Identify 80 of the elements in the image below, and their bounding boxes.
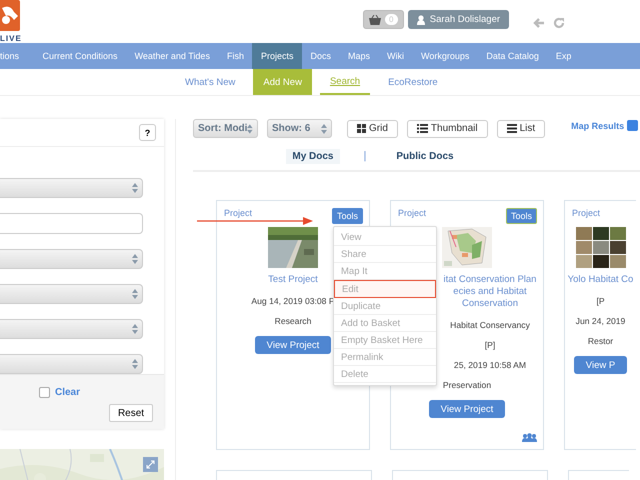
- add-new-button[interactable]: Add New: [253, 69, 312, 95]
- nav-tab[interactable]: tions: [0, 43, 34, 69]
- person-icon: [416, 14, 425, 24]
- menu-item[interactable]: Delete: [334, 366, 436, 383]
- checkbox[interactable]: [39, 387, 50, 398]
- refresh-icon[interactable]: [553, 17, 566, 29]
- select-field[interactable]: [0, 178, 143, 198]
- select-caret-icon: [247, 124, 253, 134]
- grid-view-button[interactable]: Grid: [347, 120, 398, 138]
- nav-tab[interactable]: Fish: [218, 43, 252, 69]
- menu-item[interactable]: Add to Basket: [334, 315, 436, 332]
- card-detail: Research: [274, 316, 312, 326]
- card-detail: Restor: [588, 336, 614, 346]
- card-detail: 25, 2019 10:58 AM: [452, 360, 526, 370]
- card-title[interactable]: Yolo Habitat Co: [568, 274, 634, 286]
- subnav-tab[interactable]: EcoRestore: [378, 69, 448, 95]
- sort-select[interactable]: Sort: Modi: [193, 119, 258, 138]
- menu-item[interactable]: Edit: [334, 280, 436, 298]
- separator: |: [364, 150, 366, 162]
- nav-tab[interactable]: Weather and Tides: [126, 43, 218, 69]
- select-caret-icon: [132, 324, 138, 334]
- menu-item[interactable]: View: [334, 229, 436, 246]
- tools-button[interactable]: Tools: [332, 208, 363, 224]
- map-results-label: Map Results: [571, 120, 624, 130]
- checkbox[interactable]: [627, 120, 638, 131]
- card-detail: Habitat Conservancy: [449, 320, 530, 330]
- nav-tab[interactable]: Projects: [252, 43, 302, 69]
- logo-text: LIVE: [0, 34, 22, 43]
- expand-button[interactable]: [143, 457, 158, 472]
- card-detail: Preservation: [442, 380, 492, 390]
- logo-icon[interactable]: [0, 0, 20, 33]
- input-field[interactable]: [0, 213, 143, 234]
- nav-tab[interactable]: Wiki: [378, 43, 413, 69]
- view-project-button[interactable]: View Project: [428, 400, 506, 418]
- menu-item[interactable]: Permalink: [334, 349, 436, 366]
- list-icon: [416, 124, 428, 133]
- select-caret-icon: [132, 359, 138, 369]
- select-field[interactable]: [0, 249, 143, 269]
- menu-icon: [506, 124, 517, 133]
- select-caret-icon: [132, 254, 138, 264]
- tools-button[interactable]: Tools: [506, 208, 537, 224]
- subnav-tab[interactable]: Search: [320, 69, 370, 95]
- menu-item[interactable]: Empty Basket Here: [334, 332, 436, 349]
- user-button[interactable]: Sarah Dolislager: [408, 10, 510, 29]
- select-caret-icon: [321, 124, 327, 134]
- select-caret-icon: [132, 289, 138, 299]
- nav-tab[interactable]: Current Conditions: [34, 43, 126, 69]
- help-button[interactable]: ?: [139, 124, 156, 141]
- view-project-button[interactable]: View P: [574, 356, 628, 374]
- nav-tab[interactable]: Docs: [302, 43, 340, 69]
- expand-icon: [146, 460, 155, 469]
- nav-tab[interactable]: Maps: [340, 43, 379, 69]
- select-field[interactable]: [0, 319, 143, 339]
- reset-button[interactable]: Reset: [109, 404, 153, 422]
- card-detail: [P: [596, 296, 605, 306]
- docs-tab[interactable]: Public Docs: [390, 148, 460, 164]
- nav-tab[interactable]: Data Catalog: [478, 43, 548, 69]
- view-project-button[interactable]: View Project: [254, 336, 332, 354]
- select-field[interactable]: [0, 354, 143, 374]
- select-caret-icon: [132, 183, 138, 193]
- subnav-tab[interactable]: What's New: [175, 69, 246, 95]
- card-title[interactable]: Test Project: [268, 274, 318, 286]
- clear-link[interactable]: Clear: [55, 387, 80, 398]
- select-field[interactable]: [0, 284, 143, 304]
- card-detail: [P]: [484, 340, 496, 350]
- menu-item[interactable]: Duplicate: [334, 298, 436, 315]
- show-select[interactable]: Show: 6: [267, 119, 332, 138]
- nav-tab[interactable]: Exp: [547, 43, 580, 69]
- nav-tab[interactable]: Workgroups: [412, 43, 478, 69]
- list-view-button[interactable]: List: [496, 120, 546, 138]
- type-label: Project: [224, 208, 252, 220]
- basket-icon: [369, 14, 382, 24]
- docs-tab[interactable]: My Docs: [286, 148, 340, 164]
- grid-icon: [357, 124, 366, 133]
- type-label: Project: [572, 208, 600, 220]
- back-arrow-icon[interactable]: [533, 17, 546, 29]
- menu-item[interactable]: Share: [334, 246, 436, 263]
- type-label: Project: [398, 208, 426, 220]
- thumbnail-view-button[interactable]: Thumbnail: [406, 120, 488, 138]
- card-detail: Jun 24, 2019: [576, 316, 626, 326]
